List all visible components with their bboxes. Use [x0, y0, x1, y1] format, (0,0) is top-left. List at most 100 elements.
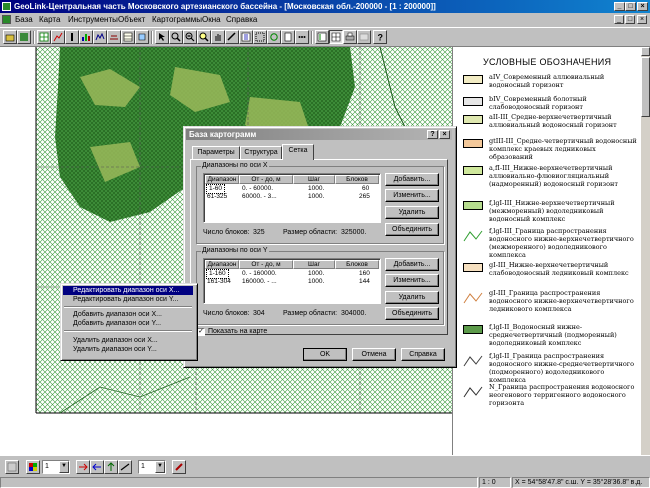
tab-struktura[interactable]: Структура: [240, 146, 282, 159]
y-row-2-range[interactable]: 161-304: [207, 278, 231, 286]
show-on-map-checkbox[interactable]: ✓: [197, 328, 205, 336]
x-row-1-from-to[interactable]: 0. - 60000.: [242, 185, 273, 193]
x-row-2-step[interactable]: 1000.: [308, 193, 324, 201]
menu-okna[interactable]: Окна: [202, 14, 221, 25]
menu-kartogrammy[interactable]: Картограммы: [152, 14, 202, 25]
menu-baza[interactable]: База: [15, 14, 33, 25]
line-width-combo[interactable]: 1 ▼: [138, 460, 166, 474]
x-add-button[interactable]: Добавить...: [385, 173, 439, 186]
y-row-1-blocks[interactable]: 160: [359, 270, 370, 278]
x-col-blocks[interactable]: Блоков: [335, 175, 379, 184]
bottom-tool-6-button[interactable]: [172, 460, 186, 474]
bottom-tool-5-button[interactable]: [118, 460, 132, 474]
measure-button[interactable]: [225, 30, 239, 44]
profile-tool-button[interactable]: [107, 30, 121, 44]
menu-instrumenty[interactable]: Инструменты: [68, 14, 118, 25]
x-delete-button[interactable]: Удалить: [385, 206, 439, 219]
menu-spravka[interactable]: Справка: [226, 14, 257, 25]
y-row-2-from-to[interactable]: 160000. - ...: [242, 278, 277, 286]
x-col-from-to[interactable]: От - до, м: [239, 175, 293, 184]
table-tool-button[interactable]: [121, 30, 135, 44]
x-row-1-step[interactable]: 1000.: [308, 185, 324, 193]
y-row-2-step[interactable]: 1000.: [308, 278, 324, 286]
grid-style-button[interactable]: [26, 460, 40, 474]
document-icon[interactable]: [2, 15, 11, 24]
bottom-tool-3-button[interactable]: [90, 460, 104, 474]
ctx-edit-x-range[interactable]: Редактировать диапазон оси X...: [63, 286, 193, 295]
x-row-2-range[interactable]: 61-325: [207, 193, 227, 201]
menu-karta[interactable]: Карта: [39, 14, 60, 25]
y-row-1-range[interactable]: 1-160: [206, 269, 229, 279]
dialog-close-button[interactable]: ×: [439, 130, 450, 139]
y-row-2-blocks[interactable]: 144: [359, 278, 370, 286]
ctx-add-x-range[interactable]: Добавить диапазон оси X...: [63, 310, 193, 319]
x-row-2-from-to[interactable]: 60000. - 3...: [242, 193, 277, 201]
x-col-step[interactable]: Шаг: [293, 175, 335, 184]
ctx-add-y-range[interactable]: Добавить диапазон оси Y...: [63, 319, 193, 328]
bottom-tool-2-button[interactable]: [76, 460, 90, 474]
doc-close-button[interactable]: ×: [637, 15, 647, 24]
ctx-delete-x-range[interactable]: Удалить диапазон оси X...: [63, 336, 193, 345]
x-edit-button[interactable]: Изменить...: [385, 189, 439, 202]
dialog-title-bar[interactable]: База картограмм ? ×: [186, 129, 452, 140]
y-col-range[interactable]: Диапазон: [205, 260, 239, 269]
zoom-in-button[interactable]: [169, 30, 183, 44]
dots-button[interactable]: [295, 30, 309, 44]
minimize-button[interactable]: _: [614, 2, 625, 11]
help-button[interactable]: ?: [373, 30, 387, 44]
bottom-tool-4-button[interactable]: [104, 460, 118, 474]
menu-obekt[interactable]: Объект: [118, 14, 145, 25]
doc-restore-button[interactable]: □: [625, 15, 635, 24]
cancel-button[interactable]: Отмена: [352, 348, 396, 361]
zoom-out-button[interactable]: [183, 30, 197, 44]
print-preview-button[interactable]: [281, 30, 295, 44]
refresh-button[interactable]: [267, 30, 281, 44]
y-add-button[interactable]: Добавить...: [385, 258, 439, 271]
print-button[interactable]: [343, 30, 357, 44]
grid-combo[interactable]: 1 ▼: [42, 460, 70, 474]
y-col-step[interactable]: Шаг: [293, 260, 335, 269]
y-edit-button[interactable]: Изменить...: [385, 274, 439, 287]
pointer-button[interactable]: [155, 30, 169, 44]
grid-tool-button[interactable]: [37, 30, 51, 44]
stats-tool-button[interactable]: [93, 30, 107, 44]
x-row-1-blocks[interactable]: 60: [362, 185, 369, 193]
export-button[interactable]: [357, 30, 371, 44]
chevron-down-icon[interactable]: ▼: [59, 461, 69, 473]
select-button[interactable]: [253, 30, 267, 44]
scroll-up-arrow[interactable]: [641, 47, 650, 56]
maximize-button[interactable]: □: [625, 2, 636, 11]
y-col-from-to[interactable]: От - до, м: [239, 260, 293, 269]
graph-tool-button[interactable]: [51, 30, 65, 44]
legend-panel[interactable]: УСЛОВНЫЕ ОБОЗНАЧЕНИЯ aIV_Современный алл…: [453, 47, 641, 455]
pipe-tool-button[interactable]: [65, 30, 79, 44]
x-merge-button[interactable]: Объединить: [385, 223, 439, 236]
y-row-1-step[interactable]: 1000.: [308, 270, 324, 278]
window-title-bar[interactable]: GeoLink-Центральная часть Московского ар…: [0, 0, 650, 13]
y-delete-button[interactable]: Удалить: [385, 291, 439, 304]
y-ranges-list[interactable]: Диапазон От - до, м Шаг Блоков 1-160 0. …: [203, 258, 381, 304]
grid-map-button[interactable]: [329, 30, 343, 44]
tab-parametry[interactable]: Параметры: [192, 146, 240, 159]
x-row-1-range[interactable]: 1-60: [205, 184, 226, 194]
y-col-blocks[interactable]: Блоков: [335, 260, 379, 269]
legend-scrollbar[interactable]: [641, 47, 650, 455]
help-dialog-button[interactable]: Справка: [401, 348, 445, 361]
y-merge-button[interactable]: Объединить: [385, 307, 439, 320]
legend-toggle-button[interactable]: [315, 30, 329, 44]
chart-tool-button[interactable]: [79, 30, 93, 44]
x-row-2-blocks[interactable]: 265: [359, 193, 370, 201]
scroll-thumb[interactable]: [641, 57, 650, 117]
pan-button[interactable]: [211, 30, 225, 44]
close-button[interactable]: ×: [637, 2, 648, 11]
layers-button[interactable]: [17, 30, 31, 44]
info-button[interactable]: [239, 30, 253, 44]
ok-button[interactable]: OK: [303, 348, 347, 361]
chevron-down-icon[interactable]: ▼: [155, 461, 165, 473]
doc-minimize-button[interactable]: _: [614, 15, 624, 24]
y-row-1-from-to[interactable]: 0. - 160000.: [242, 270, 277, 278]
ctx-edit-y-range[interactable]: Редактировать диапазон оси Y...: [63, 295, 193, 304]
x-col-range[interactable]: Диапазон: [205, 175, 239, 184]
tab-setka[interactable]: Сетка: [282, 144, 314, 160]
open-map-button[interactable]: [3, 30, 17, 44]
